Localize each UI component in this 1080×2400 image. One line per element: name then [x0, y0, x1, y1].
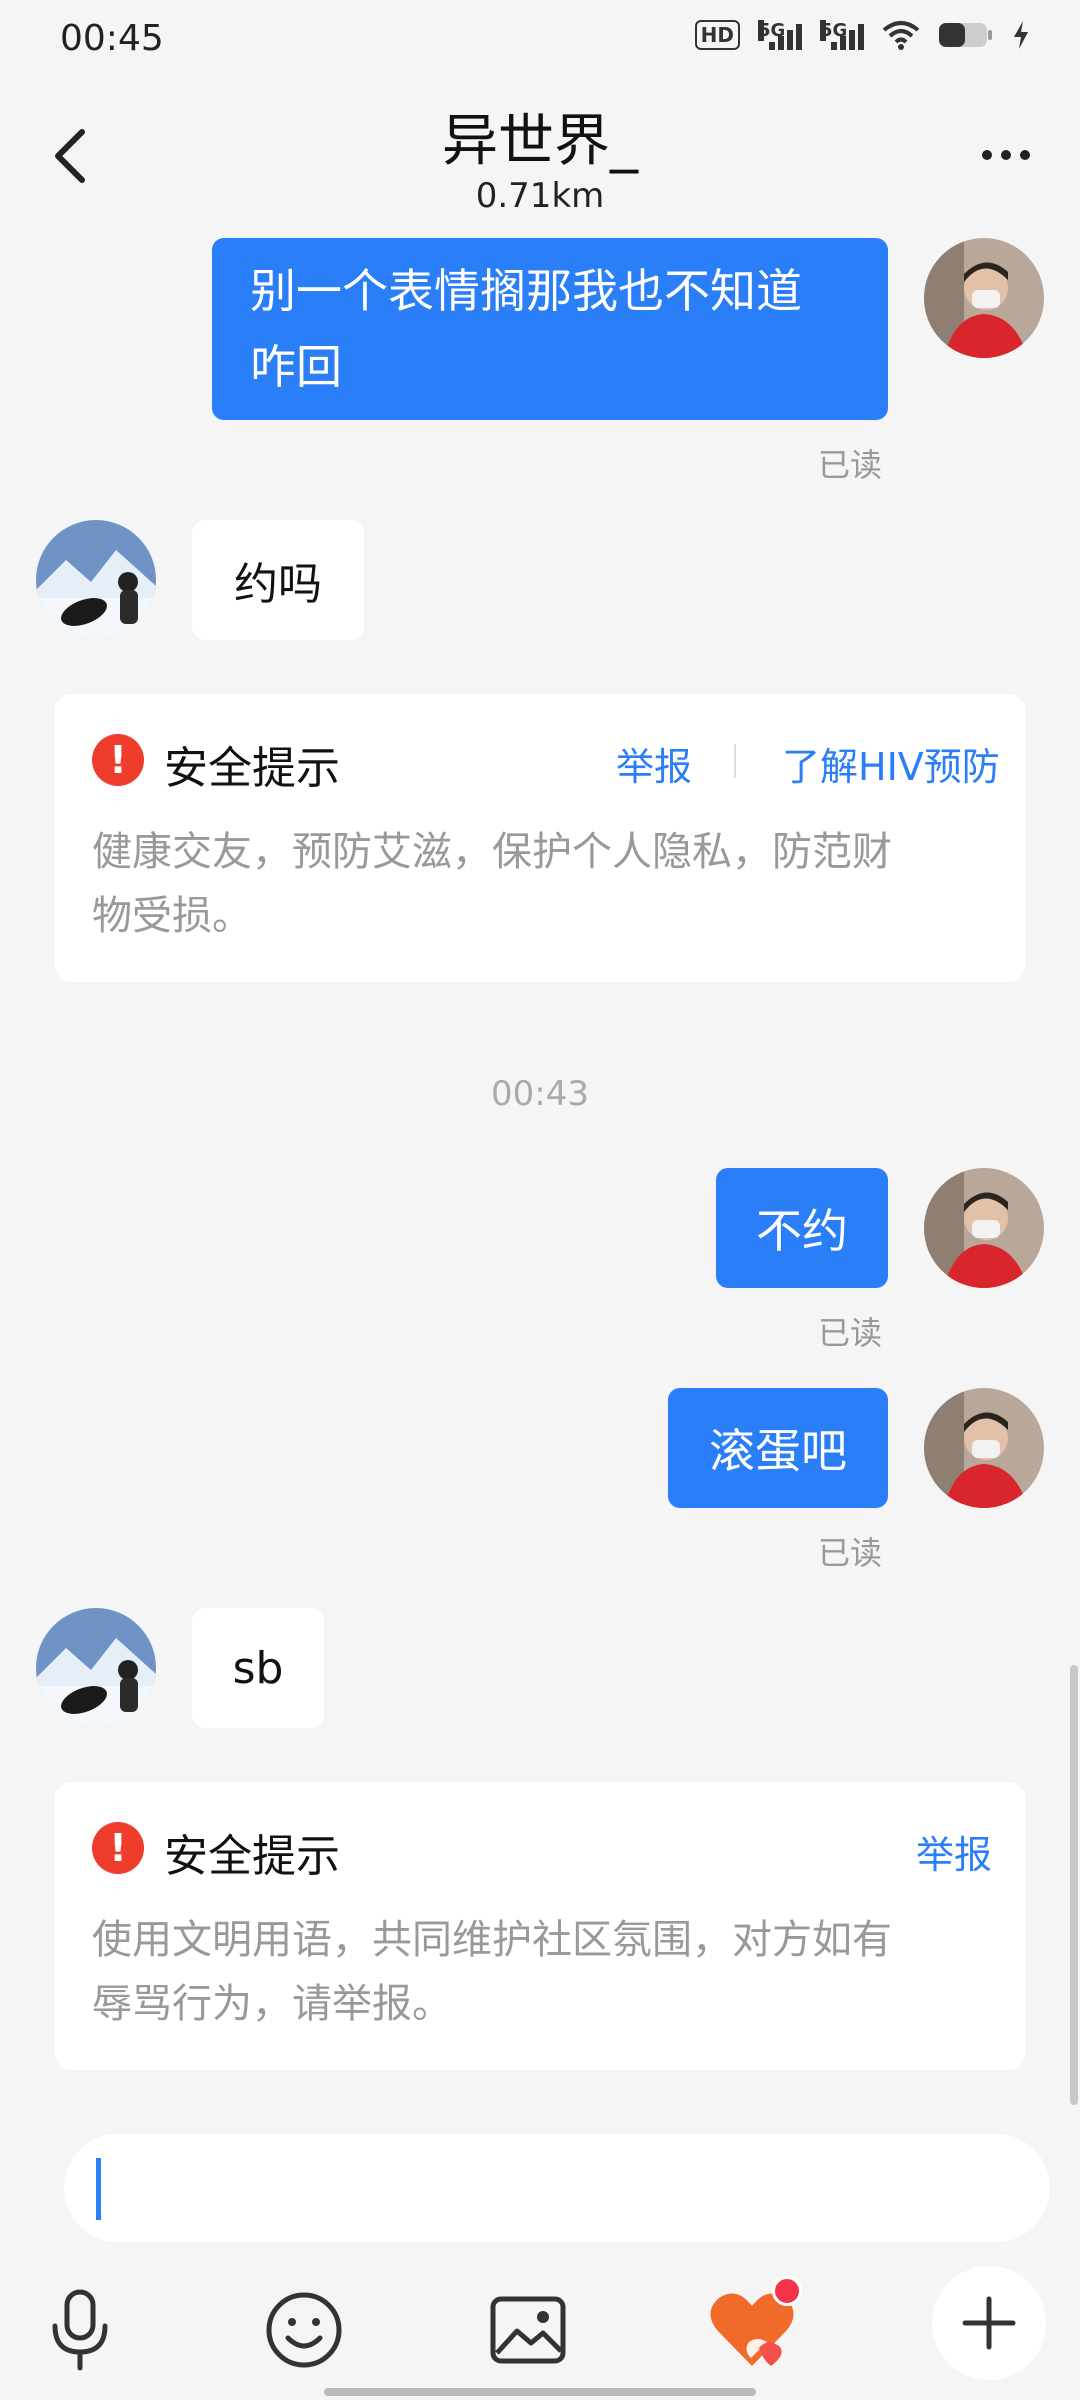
my-avatar[interactable]	[924, 238, 1044, 358]
signal-icon: 5G	[758, 20, 802, 50]
read-status: 已读	[818, 1314, 883, 1352]
my-avatar[interactable]	[924, 1388, 1044, 1508]
message-text-line: 咋回	[250, 340, 342, 394]
voice-button[interactable]	[30, 2280, 130, 2380]
message-text-line: 别一个表情搁那我也不知道	[250, 264, 802, 318]
message-timestamp: 00:43	[491, 1074, 589, 1114]
charging-icon	[1014, 21, 1028, 49]
warning-icon: !	[92, 734, 144, 786]
message-text: sb	[232, 1642, 284, 1694]
image-button[interactable]	[478, 2280, 578, 2380]
safety-tip-card: ! 安全提示 举报 了解HIV预防 健康交友，预防艾滋，保护个人隐私，防范财 物…	[54, 694, 1026, 982]
plus-icon	[962, 2296, 1016, 2350]
message-bubble-outgoing[interactable]: 不约	[716, 1168, 888, 1288]
contact-avatar[interactable]	[36, 1608, 156, 1728]
read-status: 已读	[818, 446, 883, 484]
message-text: 不约	[756, 1204, 848, 1258]
message-bubble-incoming[interactable]: sb	[192, 1608, 324, 1728]
more-dots-icon[interactable]	[982, 150, 1030, 160]
hiv-prevention-link[interactable]: 了解HIV预防	[782, 736, 1000, 791]
status-icons: HD 5G 5G	[694, 20, 1030, 50]
signal-icon-2: 5G	[820, 20, 864, 50]
safety-tip-card: ! 安全提示 举报 使用文明用语，共同维护社区氛围，对方如有 辱骂行为，请举报。	[54, 1782, 1026, 2070]
message-text: 约吗	[234, 559, 322, 610]
more-actions-button[interactable]	[932, 2266, 1046, 2380]
report-link[interactable]: 举报	[616, 736, 692, 791]
my-avatar[interactable]	[924, 1168, 1044, 1288]
contact-avatar[interactable]	[36, 520, 156, 640]
safety-tip-body: 使用文明用语，共同维护社区氛围，对方如有 辱骂行为，请举报。	[92, 1917, 892, 2027]
message-input[interactable]	[64, 2134, 1050, 2242]
message-bubble-outgoing[interactable]: 滚蛋吧	[668, 1388, 888, 1508]
report-link[interactable]: 举报	[916, 1824, 992, 1879]
notification-dot	[772, 2276, 802, 2306]
text-caret	[96, 2158, 101, 2220]
status-time: 00:45	[60, 18, 164, 59]
image-icon	[490, 2296, 566, 2364]
battery-icon	[939, 23, 992, 47]
link-divider	[734, 744, 736, 778]
hd-badge: HD	[694, 20, 740, 50]
warning-icon: !	[92, 1822, 144, 1874]
message-bubble-incoming[interactable]: 约吗	[192, 520, 364, 640]
emoji-icon	[266, 2292, 342, 2368]
safety-tip-title: 安全提示	[164, 743, 340, 794]
message-bubble-outgoing[interactable]: 别一个表情搁那我也不知道 咋回	[212, 238, 888, 420]
safety-tip-body: 健康交友，预防艾滋，保护个人隐私，防范财 物受损。	[92, 829, 892, 939]
wifi-icon	[882, 21, 920, 50]
chat-title: 异世界_	[442, 109, 638, 174]
home-indicator[interactable]	[324, 2388, 756, 2396]
read-status: 已读	[818, 1534, 883, 1572]
emoji-button[interactable]	[254, 2280, 354, 2380]
microphone-icon	[52, 2289, 108, 2371]
gift-button[interactable]	[702, 2276, 802, 2380]
scrollbar[interactable]	[1070, 1665, 1078, 2105]
safety-tip-title: 安全提示	[164, 1831, 340, 1882]
message-text: 滚蛋吧	[709, 1424, 847, 1478]
distance-label: 0.71km	[475, 176, 605, 216]
